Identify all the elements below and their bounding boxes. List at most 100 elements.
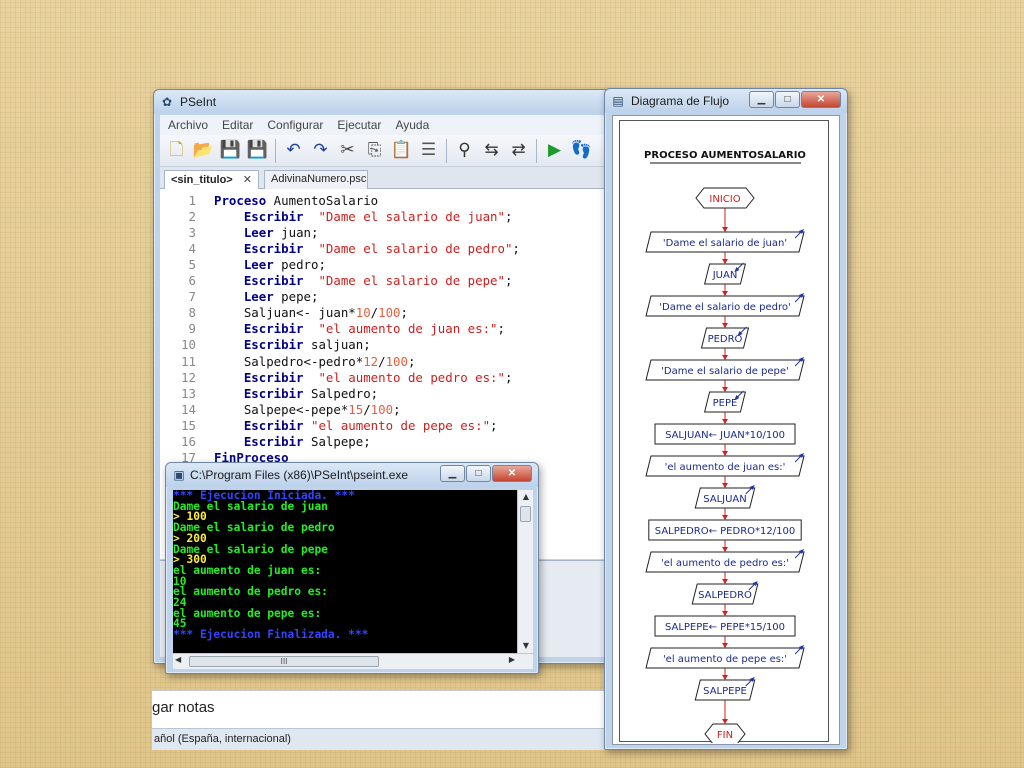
code-line[interactable]: 4 Escribir "Dame el salario de pedro"; <box>160 241 520 257</box>
code-line[interactable]: 7 Leer pepe; <box>160 289 319 305</box>
maximize-button[interactable]: □ <box>466 465 491 482</box>
find-next-icon[interactable]: ⇄ <box>506 138 531 163</box>
undo-icon[interactable]: ↶ <box>281 138 306 163</box>
close-tab-icon[interactable]: ✕ <box>243 174 252 186</box>
code-line[interactable]: 15 Escribir "el aumento de pepe es:"; <box>160 417 497 434</box>
code-line[interactable]: 14 Salpepe<-pepe*15/100; <box>160 401 400 418</box>
keyword: Escribir <box>243 417 304 433</box>
save-icon[interactable]: 💾 <box>218 138 243 163</box>
code-line[interactable]: 9 Escribir "el aumento de juan es:"; <box>160 321 505 337</box>
paste-icon[interactable]: 📋 <box>389 138 414 163</box>
flowchart-canvas[interactable]: PROCESO AUMENTOSALARIO INICIO 'Dame el sal… <box>612 115 840 745</box>
keyword: Escribir <box>243 209 304 225</box>
keyword: Escribir <box>243 433 304 449</box>
line-number: 9 <box>188 321 196 337</box>
find-icon[interactable]: ⚲ <box>452 138 477 163</box>
save-as-icon[interactable]: 💾 <box>245 138 270 163</box>
code-text: ; <box>504 369 513 385</box>
keyword: Escribir <box>243 321 304 337</box>
code-line[interactable]: 6 Escribir "Dame el salario de pepe"; <box>160 273 513 289</box>
edit-list-icon[interactable]: ☰ <box>416 138 441 163</box>
background-app: gar notas añol (España, internacional) <box>152 690 610 750</box>
find-previous-icon[interactable]: ⇆ <box>479 138 504 163</box>
string-literal: "el aumento de pedro es:" <box>318 369 505 385</box>
flow-arrowhead <box>722 579 728 584</box>
close-button[interactable]: ✕ <box>492 465 532 482</box>
flowchart-heading: PROCESO AUMENTOSALARIO <box>644 150 806 161</box>
pseint-titlebar[interactable]: ✿ PSeInt <box>154 90 612 114</box>
line-number: 10 <box>181 337 196 353</box>
tab-adivina-numero[interactable]: AdivinaNumero.psc <box>264 170 368 189</box>
minimize-button[interactable]: ▁ <box>440 465 465 482</box>
horizontal-scrollbar[interactable]: ◀ III ▶ <box>173 653 533 669</box>
flow-node-label: SALJUAN← JUAN*10/100 <box>665 430 785 441</box>
code-text: ; <box>400 305 408 321</box>
code-line[interactable]: 1 Proceso AumentoSalario <box>160 193 379 209</box>
console-output[interactable]: *** Ejecucion Iniciada. *** Dame el salar… <box>173 490 517 653</box>
keyword: Leer <box>243 257 274 273</box>
number-literal: 100 <box>370 401 394 417</box>
language-status-bar[interactable]: añol (España, internacional) <box>152 728 610 750</box>
run-icon[interactable]: ▶ <box>542 138 567 163</box>
code-text: / <box>378 353 386 369</box>
scroll-thumb[interactable]: III <box>189 656 379 667</box>
console-titlebar[interactable]: ▣ C:\Program Files (x86)\PSeInt\pseint.e… <box>166 463 538 487</box>
code-line[interactable]: 12 Escribir "el aumento de pedro es:"; <box>160 370 512 386</box>
scroll-thumb[interactable] <box>520 506 531 522</box>
code-text: ; <box>504 273 513 289</box>
maximize-button[interactable]: □ <box>775 91 800 108</box>
scroll-right-icon[interactable]: ▶ <box>509 655 515 664</box>
scroll-left-icon[interactable]: ◀ <box>175 655 181 664</box>
menu-configurar[interactable]: Configurar <box>259 115 329 132</box>
flow-node-label: SALPEPE← PEPE*15/100 <box>665 622 785 633</box>
cut-icon[interactable]: ✂ <box>335 138 360 163</box>
notes-label[interactable]: gar notas <box>152 699 215 716</box>
flow-node-label: SALPEDRO <box>698 590 752 601</box>
keyword: Escribir <box>243 337 304 353</box>
flow-arrowhead <box>722 643 728 648</box>
code-line[interactable]: 3 Leer juan; <box>160 225 319 241</box>
code-line[interactable]: 2 Escribir "Dame el salario de juan"; <box>160 209 513 225</box>
code-text: Salpedro<-pedro* <box>243 353 364 369</box>
code-text: Salpepe<-pepe* <box>243 401 349 417</box>
flowchart-titlebar[interactable]: ▤ Diagrama de Flujo ▁ □ ✕ <box>605 89 847 113</box>
redo-icon[interactable]: ↷ <box>308 138 333 163</box>
number-literal: 10 <box>355 305 371 321</box>
open-folder-icon[interactable]: 📂 <box>191 138 216 163</box>
code-text: AumentoSalario <box>266 193 379 208</box>
console-line: el aumento de juan es: <box>173 563 322 577</box>
copy-icon[interactable]: ⎘ <box>362 138 387 163</box>
code-line[interactable]: 11 Salpedro<-pedro*12/100; <box>160 354 415 370</box>
scroll-up-icon[interactable]: ▲ <box>518 490 534 504</box>
menu-archivo[interactable]: Archivo <box>160 115 214 132</box>
code-line[interactable]: 16 Escribir Salpepe; <box>160 434 371 450</box>
code-line[interactable]: 8 Saljuan<- juan*10/100; <box>160 305 408 321</box>
line-number: 14 <box>181 401 196 417</box>
step-icon[interactable]: 👣 <box>569 138 594 163</box>
menu-editar[interactable]: Editar <box>214 115 259 132</box>
menu-ayuda[interactable]: Ayuda <box>387 115 435 132</box>
tab-sin-titulo[interactable]: <sin_titulo> ✕ <box>164 170 259 189</box>
flow-arrowhead <box>722 291 728 296</box>
menu-ejecutar[interactable]: Ejecutar <box>329 115 387 132</box>
keyword: Escribir <box>243 369 304 385</box>
close-button[interactable]: ✕ <box>801 91 841 108</box>
minimize-button[interactable]: ▁ <box>749 91 774 108</box>
console-line: *** Ejecucion Finalizada. *** <box>173 628 369 642</box>
new-file-icon[interactable]: 🗋 <box>164 138 189 163</box>
code-line[interactable]: 5 Leer pedro; <box>160 257 326 273</box>
scroll-down-icon[interactable]: ▼ <box>518 639 534 653</box>
vertical-scrollbar[interactable]: ▲ ▼ <box>517 490 533 653</box>
code-line[interactable]: 10 Escribir saljuan; <box>160 337 371 353</box>
line-number: 7 <box>188 289 196 305</box>
line-number: 5 <box>188 257 196 273</box>
flow-node-label: PEPE <box>713 398 738 409</box>
code-line[interactable]: 13 Escribir Salpedro; <box>160 386 378 402</box>
number-literal: 100 <box>378 305 401 321</box>
code-text: ; <box>504 209 513 225</box>
